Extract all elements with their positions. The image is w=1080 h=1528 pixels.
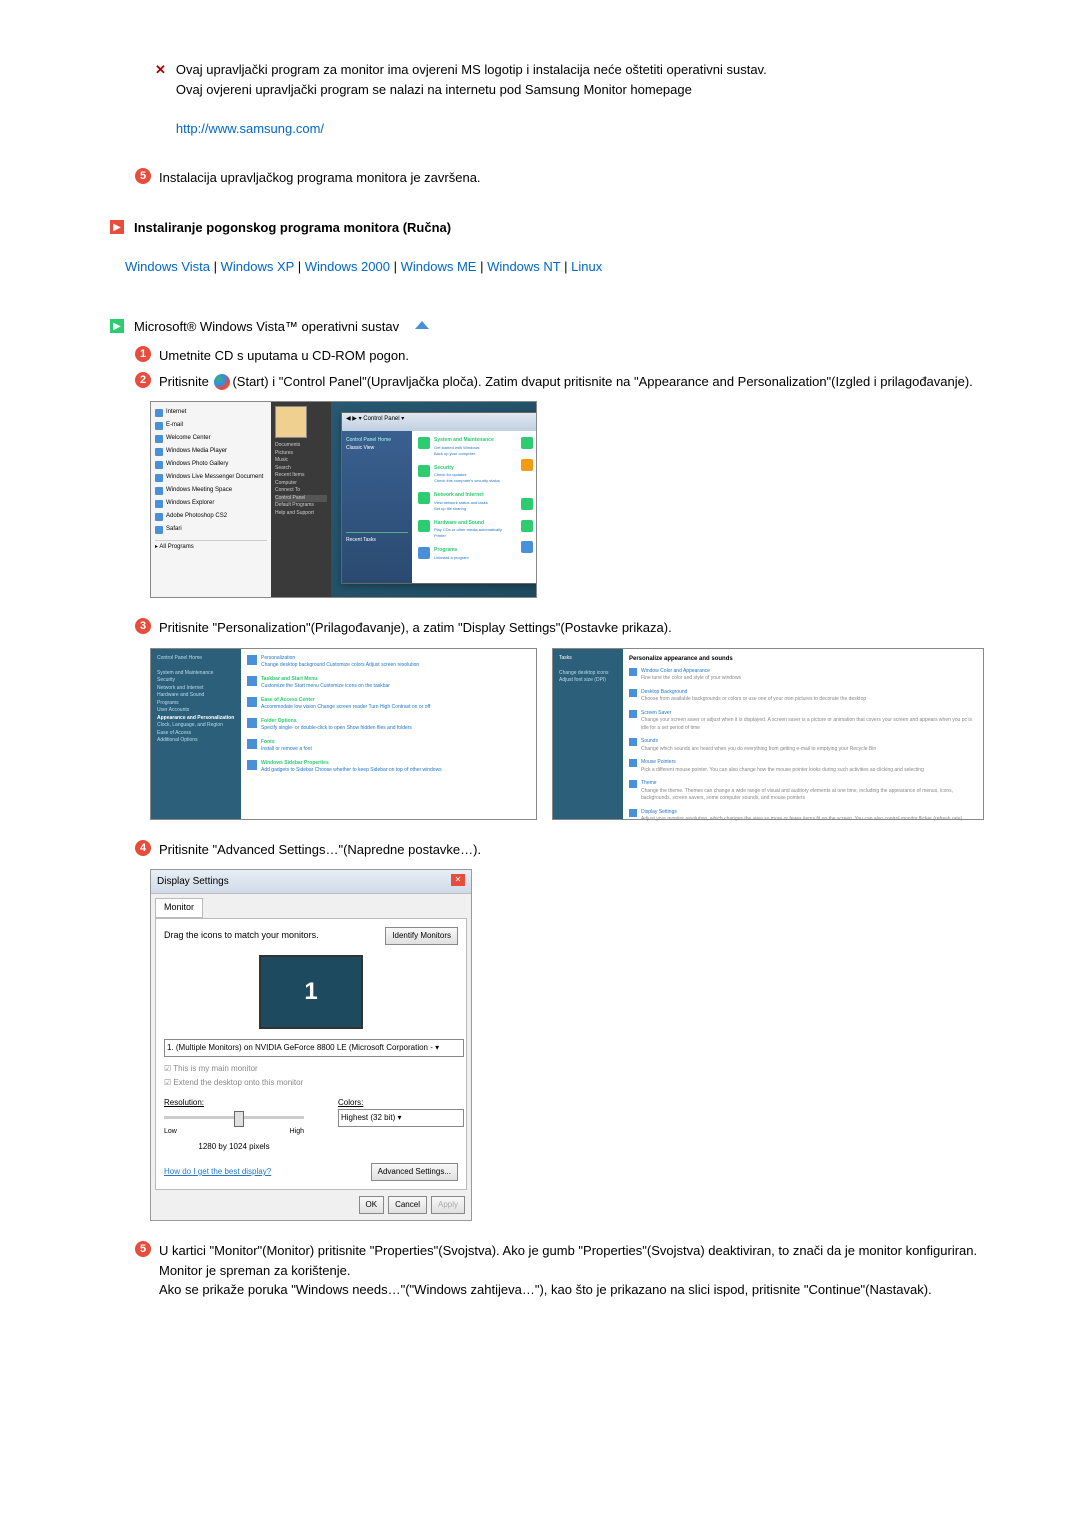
- arrow-right-icon: ▶: [110, 220, 124, 234]
- note-block: ✕ Ovaj upravljački program za monitor im…: [155, 60, 1000, 138]
- resolution-slider[interactable]: [164, 1111, 304, 1125]
- x-icon: ✕: [155, 60, 166, 138]
- help-link[interactable]: How do I get the best display?: [164, 1166, 271, 1178]
- drag-text: Drag the icons to match your monitors.: [164, 929, 319, 943]
- display-settings-window: Display Settings ✕ Monitor Drag the icon…: [150, 869, 472, 1221]
- step-2: 2 Pritisnite (Start) i "Control Panel"(U…: [135, 372, 1000, 392]
- advanced-settings-button[interactable]: Advanced Settings...: [371, 1163, 458, 1181]
- screenshot-row-1: Internet E-mail Welcome Center Windows M…: [150, 401, 1000, 598]
- step-5-final-text: Instalacija upravljačkog programa monito…: [159, 168, 481, 188]
- link-me[interactable]: Windows ME: [401, 259, 477, 274]
- extend-desktop-checkbox[interactable]: ☑ Extend the desktop onto this monitor: [164, 1077, 458, 1089]
- step-1-text: Umetnite CD s uputama u CD-ROM pogon.: [159, 346, 409, 366]
- step-5b-text: Ako se prikaže poruka "Windows needs…"("…: [159, 1282, 932, 1297]
- windows-start-icon: [214, 374, 230, 390]
- cancel-button[interactable]: Cancel: [388, 1196, 427, 1214]
- main-monitor-checkbox[interactable]: ☑ This is my main monitor: [164, 1063, 458, 1075]
- note-text-2: Ovaj ovjereni upravljački program se nal…: [176, 82, 692, 97]
- monitor-preview[interactable]: 1: [259, 955, 363, 1029]
- number-5-icon: 5: [135, 168, 151, 184]
- step-3-text: Pritisnite "Personalization"(Prilagođava…: [159, 618, 672, 638]
- vista-header-text: Microsoft® Windows Vista™ operativni sus…: [134, 317, 399, 337]
- step-1: 1 Umetnite CD s uputama u CD-ROM pogon.: [135, 346, 1000, 366]
- step-2-text: Pritisnite (Start) i "Control Panel"(Upr…: [159, 372, 973, 392]
- resolution-value: 1280 by 1024 pixels: [164, 1141, 304, 1153]
- apply-button[interactable]: Apply: [431, 1196, 465, 1214]
- ok-button[interactable]: OK: [359, 1196, 385, 1214]
- link-2000[interactable]: Windows 2000: [305, 259, 390, 274]
- step-5-final: 5 Instalacija upravljačkog programa moni…: [135, 168, 1000, 188]
- close-icon[interactable]: ✕: [451, 874, 465, 886]
- screenshot-row-2: Control Panel Home System and Maintenanc…: [150, 648, 1000, 820]
- number-3-icon: 3: [135, 618, 151, 634]
- resolution-label: Resolution:: [164, 1097, 304, 1109]
- link-vista[interactable]: Windows Vista: [125, 259, 210, 274]
- number-4-icon: 4: [135, 840, 151, 856]
- appearance-screenshot: Control Panel Home System and Maintenanc…: [150, 648, 537, 820]
- colors-label: Colors:: [338, 1097, 458, 1109]
- link-linux[interactable]: Linux: [571, 259, 602, 274]
- section-title: Instaliranje pogonskog programa monitora…: [134, 218, 451, 238]
- ds-title: Display Settings: [157, 874, 229, 889]
- number-5-icon: 5: [135, 1241, 151, 1257]
- os-link-row: Windows Vista | Windows XP | Windows 200…: [125, 257, 1000, 277]
- monitor-tab[interactable]: Monitor: [155, 898, 203, 918]
- samsung-url-link[interactable]: http://www.samsung.com/: [176, 121, 324, 136]
- step-4: 4 Pritisnite "Advanced Settings…"(Napred…: [135, 840, 1000, 860]
- identify-monitors-button[interactable]: Identify Monitors: [385, 927, 458, 945]
- step-3: 3 Pritisnite "Personalization"(Prilagođa…: [135, 618, 1000, 638]
- step-5-text: U kartici "Monitor"(Monitor) pritisnite …: [159, 1243, 977, 1278]
- arrow-up-icon[interactable]: [415, 321, 429, 331]
- start-menu-screenshot: Internet E-mail Welcome Center Windows M…: [150, 401, 537, 598]
- section-header: ▶ Instaliranje pogonskog programa monito…: [110, 218, 1000, 238]
- number-1-icon: 1: [135, 346, 151, 362]
- monitor-select[interactable]: 1. (Multiple Monitors) on NVIDIA GeForce…: [164, 1039, 464, 1057]
- link-xp[interactable]: Windows XP: [221, 259, 294, 274]
- step-5: 5 U kartici "Monitor"(Monitor) pritisnit…: [135, 1241, 1000, 1300]
- step-4-text: Pritisnite "Advanced Settings…"(Napredne…: [159, 840, 481, 860]
- vista-subheader: ▶ Microsoft® Windows Vista™ operativni s…: [110, 317, 1000, 337]
- number-2-icon: 2: [135, 372, 151, 388]
- link-nt[interactable]: Windows NT: [487, 259, 560, 274]
- note-text-1: Ovaj upravljački program za monitor ima …: [176, 62, 767, 77]
- arrow-right-green-icon: ▶: [110, 319, 124, 333]
- personalize-screenshot: Tasks Change desktop icons Adjust font s…: [552, 648, 984, 820]
- colors-select[interactable]: Highest (32 bit) ▾: [338, 1109, 464, 1127]
